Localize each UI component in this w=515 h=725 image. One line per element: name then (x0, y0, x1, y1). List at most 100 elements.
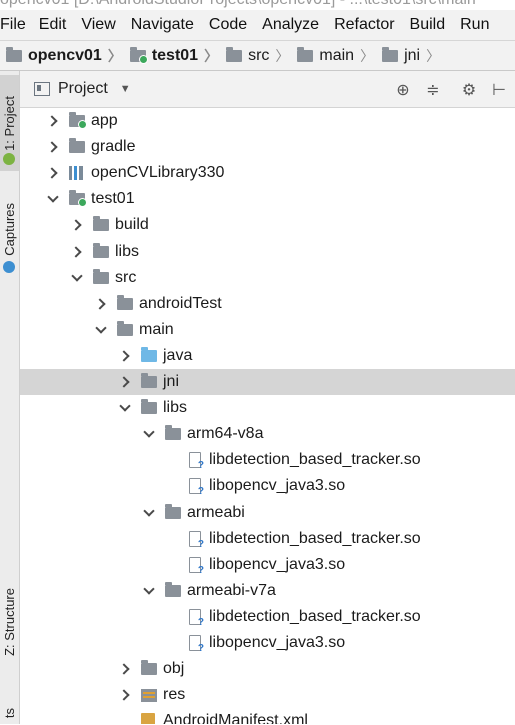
tree-item[interactable]: androidTest (20, 291, 515, 317)
menu-view[interactable]: View (81, 16, 130, 34)
tree-item-label: libdetection_based_tracker.so (209, 529, 421, 547)
tree-item[interactable]: libs (20, 395, 515, 421)
folder-icon (297, 46, 314, 62)
menu-analyze[interactable]: Analyze (262, 16, 334, 34)
tree-item[interactable]: armeabi-v7a (20, 578, 515, 604)
tree-item-label: arm64-v8a (187, 425, 264, 443)
tree-item-label: jni (163, 373, 180, 390)
tree-item[interactable]: libs (20, 239, 515, 265)
tree-item[interactable]: libdetection_based_tracker.so (20, 526, 515, 552)
chevron-right-icon[interactable] (119, 376, 131, 388)
tree-item[interactable]: app (20, 108, 515, 134)
breadcrumb-item-test01[interactable]: test01 〉 (124, 41, 220, 70)
tree-item[interactable]: res (20, 682, 515, 708)
hide-panel-icon[interactable]: ⊢ (489, 80, 509, 100)
chevron-right-icon[interactable] (71, 246, 83, 258)
tree-item[interactable]: libopencv_java3.so (20, 630, 515, 656)
folder-icon (226, 46, 243, 62)
breadcrumb-item-src[interactable]: src 〉 (220, 41, 291, 70)
chevron-down-icon[interactable] (47, 193, 59, 205)
folder-icon (93, 268, 109, 284)
tree-item[interactable]: AndroidManifest.xml (20, 708, 515, 724)
chevron-right-icon[interactable] (119, 350, 131, 362)
folder-icon (117, 294, 133, 310)
tree-item-label: armeabi (187, 503, 245, 521)
unknown-file-icon (189, 556, 204, 576)
menu-run[interactable]: Run (460, 16, 497, 34)
tree-item[interactable]: obj (20, 656, 515, 682)
tab-bottom-label: ts (2, 707, 17, 719)
menu-refactor[interactable]: Refactor (334, 16, 409, 34)
locate-icon[interactable]: ⊕ (393, 80, 413, 100)
resources-folder-icon (141, 688, 157, 702)
collapse-all-icon[interactable]: ≑ (423, 80, 443, 100)
tree-item[interactable]: armeabi (20, 500, 515, 526)
chevron-right-icon: 〉 (426, 47, 441, 64)
unknown-file-icon (189, 635, 204, 654)
tree-item[interactable]: libopencv_java3.so (20, 552, 515, 578)
tree-item-label: libopencv_java3.so (209, 555, 346, 573)
chevron-down-icon[interactable] (95, 324, 107, 336)
tab-bottom[interactable]: ts (0, 701, 19, 725)
chevron-down-icon[interactable] (143, 585, 155, 597)
tree-item[interactable]: libdetection_based_tracker.so (20, 447, 515, 473)
tab-structure[interactable]: Z: Structure (0, 577, 19, 667)
menu-navigate[interactable]: Navigate (131, 16, 209, 34)
chevron-right-icon[interactable] (47, 115, 59, 127)
breadcrumb-label: test01 (151, 46, 199, 64)
menu-file[interactable]: File (0, 16, 39, 34)
project-tree: app gradle openCVLibrary330 test01 build libs… (20, 108, 515, 724)
chevron-right-icon[interactable] (95, 298, 107, 310)
breadcrumb-label: opencv01 (28, 46, 102, 64)
tree-item-label: libdetection_based_tracker.so (209, 607, 421, 625)
folder-icon (117, 320, 133, 336)
menu-build[interactable]: Build (410, 16, 461, 34)
panel-title[interactable]: Project (58, 80, 108, 98)
tree-item[interactable]: openCVLibrary330 (20, 160, 515, 186)
android-icon (3, 153, 15, 165)
chevron-down-icon[interactable] (71, 272, 83, 284)
manifest-file-icon (141, 713, 155, 724)
tree-item[interactable]: gradle (20, 134, 515, 160)
chevron-right-icon[interactable] (71, 219, 83, 231)
tree-item[interactable]: main (20, 317, 515, 343)
tree-item[interactable]: libopencv_java3.so (20, 473, 515, 499)
tab-project-label: 1: Project (2, 95, 17, 151)
tree-item-label: AndroidManifest.xml (163, 712, 308, 724)
tree-item-label: test01 (91, 190, 135, 208)
tab-captures[interactable]: Captures (0, 191, 19, 267)
gear-icon[interactable]: ⚙ (459, 80, 479, 100)
tree-item[interactable]: java (20, 343, 515, 369)
breadcrumb-item-main[interactable]: main 〉 (291, 41, 376, 70)
breadcrumb-item-opencv01[interactable]: opencv01 〉 (0, 41, 124, 70)
tree-item[interactable]: arm64-v8a (20, 421, 515, 447)
tree-item-label: libopencv_java3.so (209, 477, 346, 495)
tree-item-label: libs (163, 399, 188, 417)
unknown-file-icon (189, 452, 204, 471)
chevron-right-icon[interactable] (119, 689, 131, 701)
breadcrumb-label: src (248, 46, 270, 64)
chevron-down-icon[interactable] (143, 428, 155, 440)
tree-item-label: gradle (91, 138, 136, 156)
module-folder-icon (129, 46, 148, 64)
chevron-down-icon[interactable] (143, 507, 155, 519)
tree-item[interactable]: test01 (20, 186, 515, 212)
chevron-down-icon[interactable] (119, 402, 131, 414)
folder-icon (382, 46, 399, 62)
tree-item[interactable]: src (20, 265, 515, 291)
chevron-right-icon[interactable] (119, 663, 131, 675)
chevron-right-icon[interactable] (47, 167, 59, 179)
tree-item[interactable]: build (20, 212, 515, 238)
menu-code[interactable]: Code (209, 16, 262, 34)
breadcrumb-item-jni[interactable]: jni 〉 (376, 41, 442, 70)
tree-item[interactable]: jni (20, 369, 515, 395)
chevron-down-icon[interactable]: ▼ (120, 83, 131, 95)
tree-item-label: libdetection_based_tracker.so (209, 451, 421, 469)
tree-item-label: obj (163, 660, 185, 678)
chevron-right-icon: 〉 (275, 47, 290, 64)
window-title: opencv01 [D:\AndroidStudioProjects\openc… (0, 0, 476, 9)
menu-edit[interactable]: Edit (39, 16, 82, 34)
chevron-right-icon[interactable] (47, 141, 59, 153)
tree-item[interactable]: libdetection_based_tracker.so (20, 604, 515, 630)
tab-structure-label: Z: Structure (2, 588, 17, 656)
